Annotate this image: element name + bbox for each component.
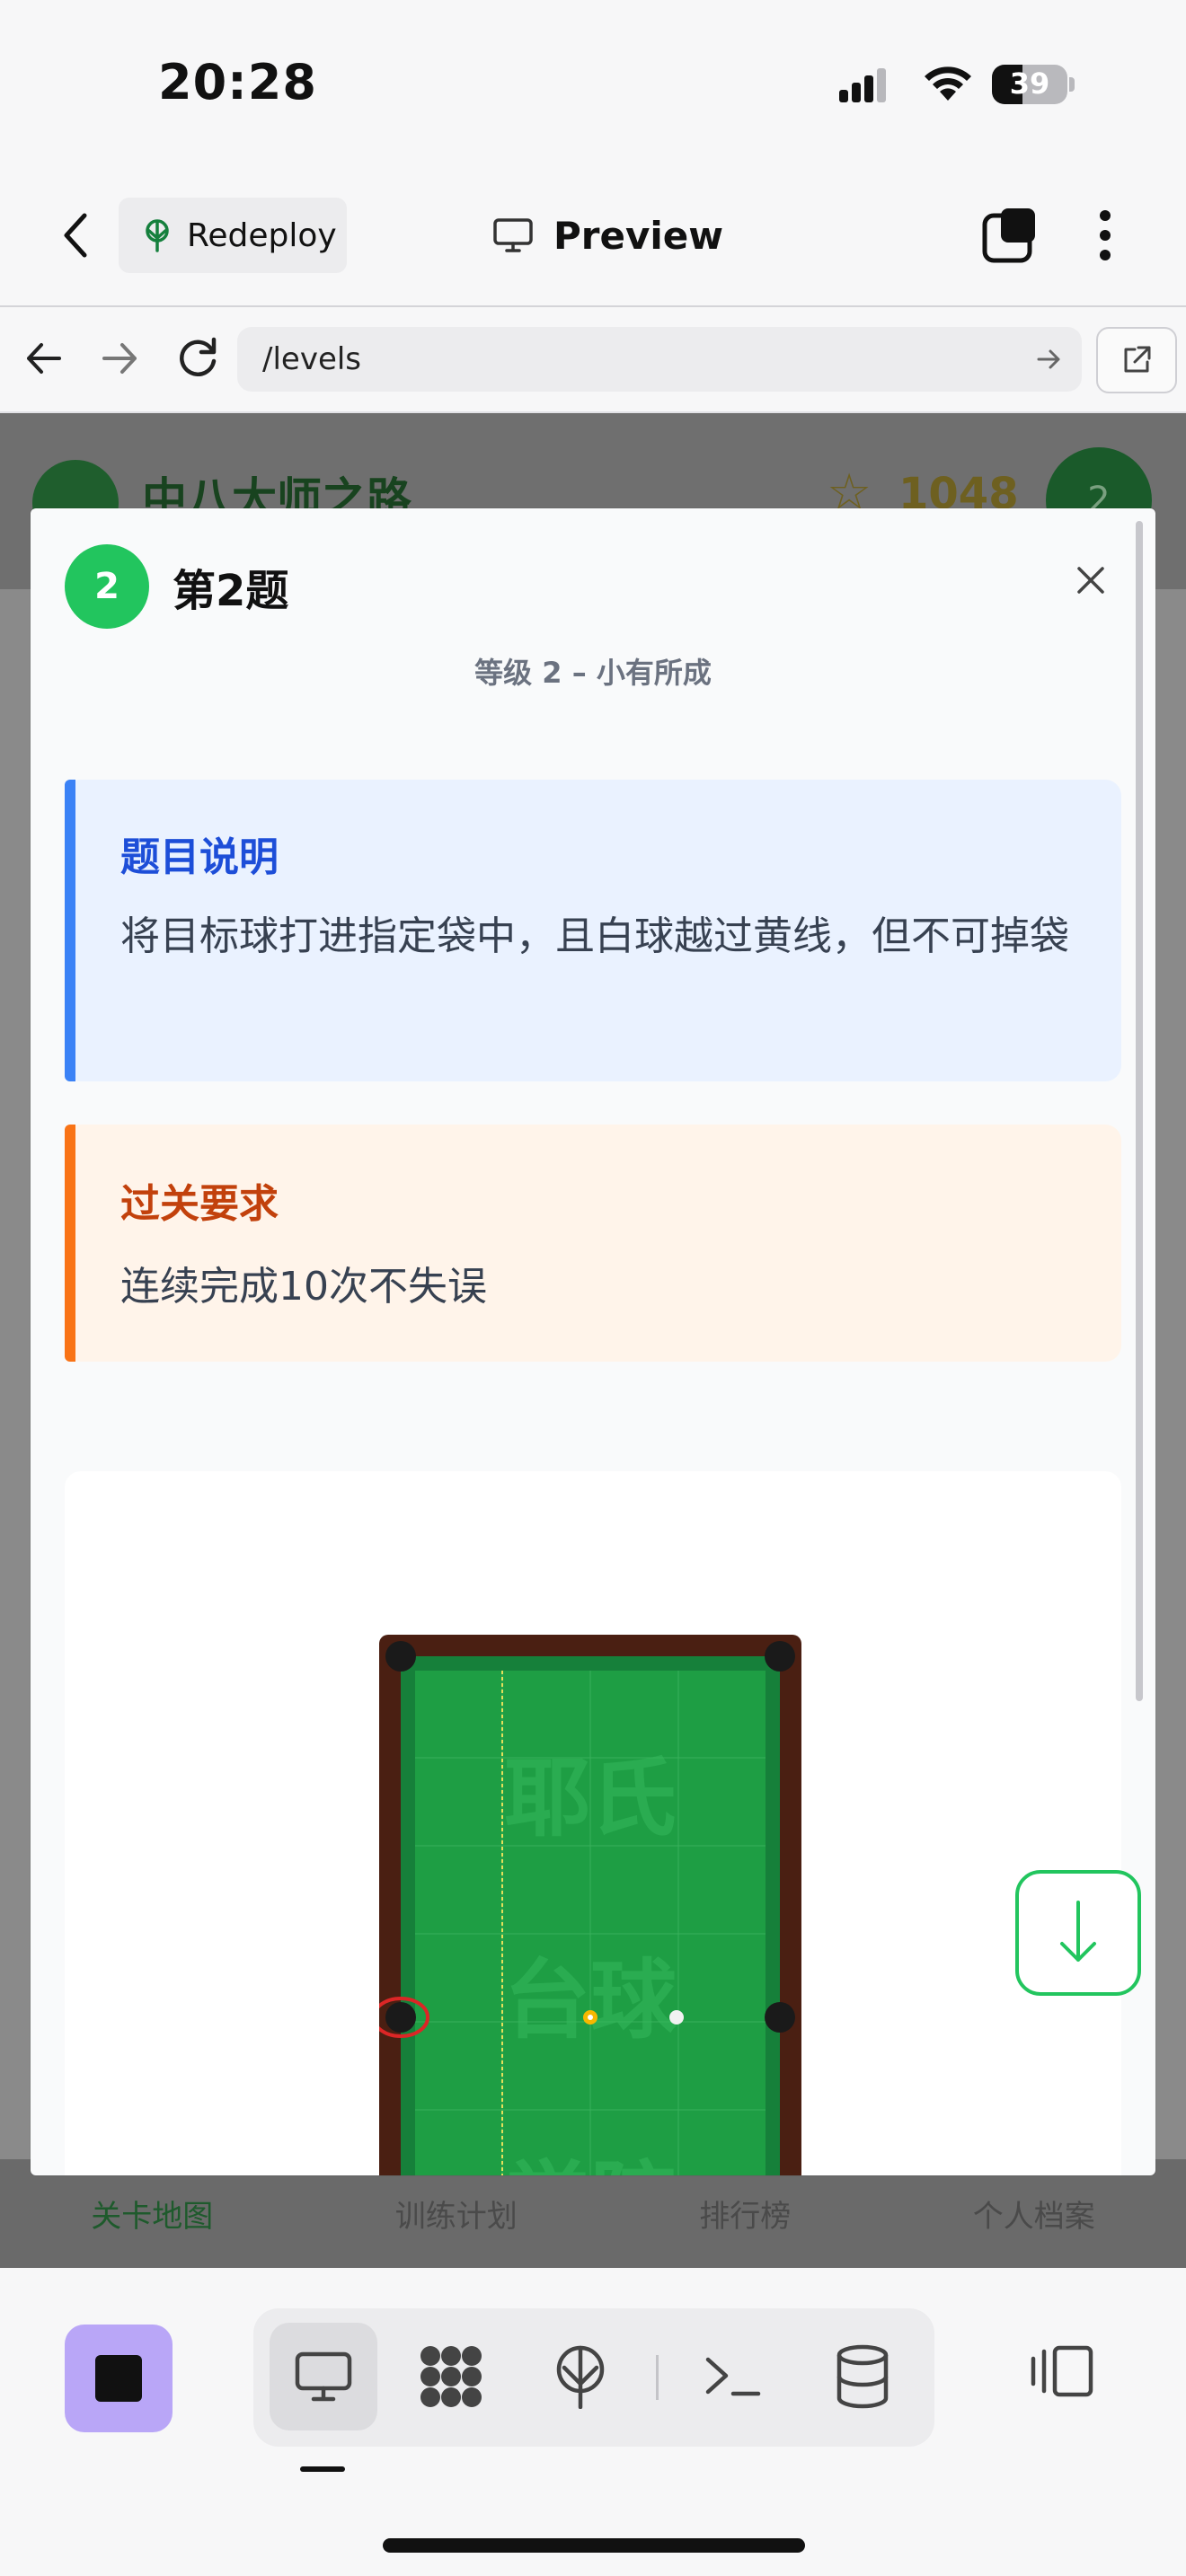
deploy-tool-button[interactable] — [527, 2323, 634, 2430]
open-external-button[interactable] — [1096, 327, 1177, 393]
diagram-card — [65, 1471, 1121, 2175]
database-icon — [836, 2344, 889, 2409]
nav-forward-icon[interactable] — [97, 336, 142, 381]
apps-icon — [420, 2346, 482, 2407]
apps-tool-button[interactable] — [397, 2323, 505, 2430]
battery-level: 39 — [1009, 66, 1050, 101]
scroll-down-button[interactable] — [1015, 1870, 1141, 1996]
deploy-icon — [556, 2345, 605, 2409]
preview-title: Preview — [492, 208, 723, 262]
reload-icon[interactable] — [173, 332, 223, 383]
active-tool-indicator — [300, 2466, 345, 2472]
panel-icon[interactable] — [1030, 2344, 1094, 2398]
toolbar-divider — [656, 2355, 659, 2400]
level-modal: 2 第2题 等级 2 – 小有所成 题目说明 将目标球打进指定袋中，且白球越过黄… — [31, 508, 1155, 2175]
description-text: 将目标球打进指定袋中，且白球越过黄线，但不可掉袋 — [120, 913, 1069, 959]
nav-item-training: 训练计划 — [394, 2199, 518, 2235]
external-link-icon — [1124, 346, 1151, 373]
background-bottom-nav: 关卡地图 训练计划 排行榜 个人档案 — [0, 2159, 1186, 2268]
redeploy-button[interactable]: Redeploy — [119, 198, 347, 273]
close-icon — [1077, 567, 1104, 594]
monitor-icon — [493, 218, 533, 252]
nav-back-icon[interactable] — [22, 336, 66, 381]
requirement-text: 连续完成10次不失误 — [120, 1264, 487, 1310]
wifi-icon — [925, 66, 971, 101]
battery-icon: 39 — [992, 65, 1075, 104]
desktop-icon — [295, 2351, 352, 2402]
terminal-icon — [705, 2357, 761, 2396]
more-icon[interactable] — [1094, 208, 1116, 262]
nav-item-leaderboard: 排行榜 — [699, 2199, 792, 2235]
modal-title: 第2题 — [173, 566, 289, 616]
description-title: 题目说明 — [120, 834, 279, 880]
requirement-card: 过关要求 连续完成10次不失误 — [65, 1125, 1121, 1362]
modal-scrollbar[interactable] — [1136, 521, 1143, 1701]
go-arrow-icon[interactable] — [1035, 346, 1062, 373]
requirement-accent-bar — [65, 1125, 75, 1362]
url-text: /levels — [262, 341, 362, 377]
nav-item-level-map: 关卡地图 — [91, 2199, 214, 2235]
redeploy-icon — [146, 219, 169, 252]
tabs-icon[interactable] — [981, 207, 1039, 264]
arrow-down-icon — [1060, 1901, 1096, 1962]
terminal-tool-button[interactable] — [679, 2323, 787, 2430]
desktop-tool-button[interactable] — [270, 2323, 377, 2430]
level-badge: 2 — [65, 544, 149, 629]
requirement-title: 过关要求 — [120, 1181, 279, 1227]
description-card: 题目说明 将目标球打进指定袋中，且白球越过黄线，但不可掉袋 — [65, 780, 1121, 1081]
back-button[interactable] — [54, 208, 99, 262]
redeploy-label: Redeploy — [187, 216, 337, 254]
modal-subtitle: 等级 2 – 小有所成 — [474, 656, 712, 690]
home-indicator — [383, 2538, 805, 2553]
preview-label: Preview — [553, 213, 724, 258]
close-button[interactable] — [1064, 553, 1118, 607]
status-time: 20:28 — [158, 54, 317, 110]
signal-icon — [839, 68, 886, 102]
description-accent-bar — [65, 780, 75, 1081]
stop-icon — [95, 2355, 142, 2402]
stop-button[interactable] — [65, 2325, 173, 2432]
nav-item-profile: 个人档案 — [972, 2199, 1095, 2235]
url-field[interactable]: /levels — [237, 327, 1082, 392]
database-tool-button[interactable] — [809, 2323, 916, 2430]
